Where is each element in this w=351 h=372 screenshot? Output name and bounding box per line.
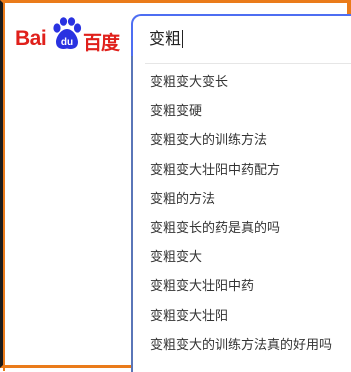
suggestion-item[interactable]: 变粗的方法 — [133, 185, 351, 214]
window-frame: Bai du 百度 变粗 变粗变大变长 变粗变硬 变粗变大的训练方法 变粗变大壮… — [0, 0, 351, 372]
suggestion-item[interactable]: 变粗变大的训练方法 — [133, 126, 351, 155]
search-query-text: 变粗 — [149, 29, 182, 48]
suggestion-item[interactable]: 变粗变大壮阳中药配方 — [133, 156, 351, 185]
text-caret — [182, 30, 184, 48]
frame-accent — [3, 3, 5, 371]
suggestion-item[interactable]: 变粗变大变长 — [133, 68, 351, 97]
suggestion-item[interactable]: 变粗变长的药是真的吗 — [133, 214, 351, 243]
suggestion-item[interactable]: 变粗变硬 — [133, 97, 351, 126]
paw-text: du — [61, 37, 73, 48]
suggestion-item[interactable]: 变粗变大壮阳 — [133, 302, 351, 331]
search-box[interactable]: 变粗 变粗变大变长 变粗变硬 变粗变大的训练方法 变粗变大壮阳中药配方 变粗的方… — [131, 14, 351, 372]
search-input[interactable]: 变粗 — [149, 28, 184, 50]
paw-icon: du — [53, 17, 82, 49]
dropdown-divider — [145, 63, 351, 64]
suggestion-item[interactable]: 变粗变大 — [133, 243, 351, 272]
suggestion-item[interactable]: 变粗变大的训练方法真的好用吗 — [133, 331, 351, 360]
baidu-logo[interactable]: Bai du 百度 — [15, 17, 120, 54]
suggestion-list: 变粗变大变长 变粗变硬 变粗变大的训练方法 变粗变大壮阳中药配方 变粗的方法 变… — [133, 68, 351, 360]
logo-text-bai: Bai — [15, 27, 47, 50]
suggestion-item[interactable]: 变粗变大壮阳中药 — [133, 272, 351, 301]
logo-text-baidu: 百度 — [83, 32, 120, 54]
